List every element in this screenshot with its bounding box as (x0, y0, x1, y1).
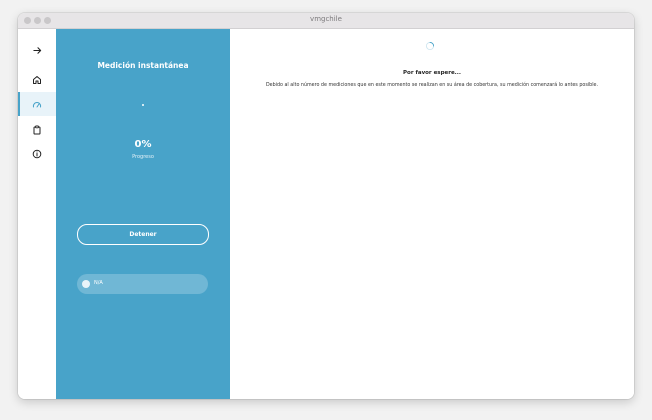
nav-item-info[interactable] (18, 141, 56, 165)
server-selector[interactable]: N/A (77, 274, 208, 294)
panel-title: Medición instantánea (97, 61, 189, 70)
loading-spinner-icon (425, 36, 435, 55)
nav-item-measurement[interactable] (18, 92, 56, 116)
main-content: Por favor espere... Debido al alto númer… (230, 29, 634, 399)
activity-indicator (142, 104, 144, 106)
measurement-panel: Medición instantánea 0% Progreso Detener… (56, 29, 230, 399)
speedometer-icon (32, 95, 42, 114)
stop-button[interactable]: Detener (77, 224, 209, 245)
server-status-icon (82, 280, 90, 288)
progress-label: Progreso (132, 154, 154, 160)
window-title: vmgchile (310, 15, 342, 23)
progress-value: 0% (134, 139, 152, 150)
arrow-right-icon (32, 40, 42, 59)
wait-title: Por favor espere... (403, 70, 461, 76)
wait-message: Debido al alto número de mediciones que … (265, 83, 599, 88)
clipboard-icon (32, 120, 42, 139)
nav-item-home[interactable] (18, 67, 56, 91)
nav-toggle-button[interactable] (18, 37, 56, 61)
nav-rail (18, 29, 57, 399)
home-icon (32, 70, 42, 89)
info-icon (32, 144, 42, 163)
nav-item-history[interactable] (18, 117, 56, 141)
app-window: vmgchile Medición instantánea 0% Progres… (18, 13, 634, 399)
title-bar: vmgchile (18, 13, 634, 29)
server-label: N/A (94, 280, 103, 286)
